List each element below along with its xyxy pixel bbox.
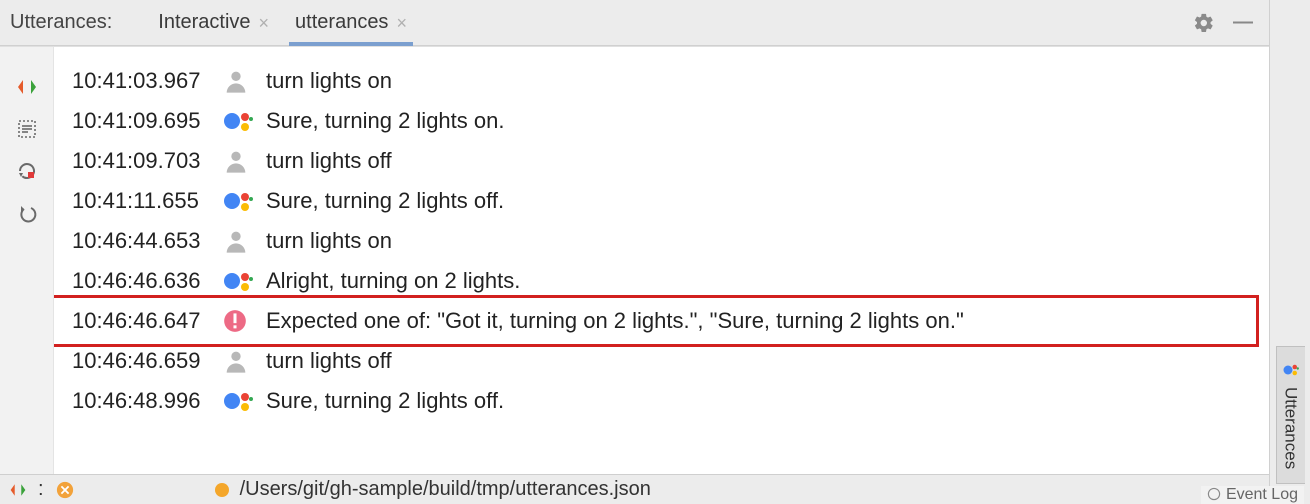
log-line[interactable]: 10:46:46.647 Expected one of: "Got it, tu… [54, 301, 1269, 341]
timestamp: 10:41:09.703 [72, 148, 222, 174]
log-line[interactable]: 10:41:09.695 Sure, turning 2 lights on. [54, 101, 1269, 141]
log-area[interactable]: 10:41:03.967 turn lights on 10:41:09.695 Su… [54, 47, 1269, 474]
user-icon [222, 227, 266, 255]
log-message: turn lights on [266, 228, 1269, 254]
panel-title: Utterances: [10, 11, 112, 34]
tab-utterances[interactable]: utterances × [285, 0, 417, 45]
timestamp: 10:46:44.653 [72, 228, 222, 254]
assistant-icon [222, 387, 266, 415]
tab-label: Interactive [158, 11, 250, 34]
minimize-icon[interactable]: — [1227, 7, 1259, 38]
user-icon [222, 67, 266, 95]
log-line[interactable]: 10:46:44.653 turn lights on [54, 221, 1269, 261]
cancel-icon[interactable] [56, 481, 74, 499]
side-tab-label: Utterances [1281, 387, 1301, 469]
status-path: /Users/git/gh-sample/build/tmp/utterance… [240, 478, 651, 501]
gutter [0, 47, 54, 474]
timestamp: 10:46:46.659 [72, 348, 222, 374]
event-log-link[interactable]: Event Log [1201, 486, 1304, 504]
user-icon [222, 347, 266, 375]
diff-arrows-icon[interactable] [15, 75, 39, 99]
undo-icon[interactable] [15, 201, 39, 225]
timestamp: 10:46:48.996 [72, 388, 222, 414]
tab-interactive[interactable]: Interactive × [148, 0, 279, 45]
list-icon[interactable] [15, 117, 39, 141]
rerun-icon[interactable] [15, 159, 39, 183]
tab-label: utterances [295, 11, 388, 34]
error-icon [222, 308, 266, 334]
timestamp: 10:41:11.655 [72, 188, 222, 214]
log-line[interactable]: 10:41:09.703 turn lights off [54, 141, 1269, 181]
assistant-icon [222, 267, 266, 295]
gear-icon[interactable] [1187, 8, 1221, 38]
log-line[interactable]: 10:41:03.967 turn lights on [54, 61, 1269, 101]
timestamp: 10:46:46.636 [72, 268, 222, 294]
status-separator: : [38, 478, 44, 501]
log-line[interactable]: 10:46:46.659 turn lights off [54, 341, 1269, 381]
log-message: Sure, turning 2 lights off. [266, 388, 1269, 414]
log-message: Sure, turning 2 lights off. [266, 188, 1269, 214]
log-message: turn lights off [266, 348, 1269, 374]
timestamp: 10:41:03.967 [72, 68, 222, 94]
tabbar: Utterances: Interactive × utterances × — [0, 0, 1269, 46]
log-line[interactable]: 10:41:11.655 Sure, turning 2 lights off. [54, 181, 1269, 221]
user-icon [222, 147, 266, 175]
side-tab-utterances[interactable]: Utterances [1276, 346, 1305, 484]
status-dot-icon [214, 482, 230, 498]
assistant-icon [1282, 361, 1300, 379]
timestamp: 10:46:46.647 [72, 308, 222, 334]
log-message: Alright, turning on 2 lights. [266, 268, 1269, 294]
timestamp: 10:41:09.695 [72, 108, 222, 134]
close-icon[interactable]: × [396, 14, 407, 32]
statusbar: : /Users/git/gh-sample/build/tmp/utteran… [0, 474, 1269, 504]
log-message: turn lights on [266, 68, 1269, 94]
log-message: Expected one of: "Got it, turning on 2 l… [266, 308, 1269, 334]
diff-arrows-icon[interactable] [9, 481, 27, 499]
log-line[interactable]: 10:46:46.636 Alright, turning on 2 lights… [54, 261, 1269, 301]
side-rail: Utterances [1270, 0, 1310, 504]
log-line[interactable]: 10:46:48.996 Sure, turning 2 lights off. [54, 381, 1269, 421]
log-message: turn lights off [266, 148, 1269, 174]
log-message: Sure, turning 2 lights on. [266, 108, 1269, 134]
assistant-icon [222, 107, 266, 135]
assistant-icon [222, 187, 266, 215]
close-icon[interactable]: × [259, 14, 270, 32]
